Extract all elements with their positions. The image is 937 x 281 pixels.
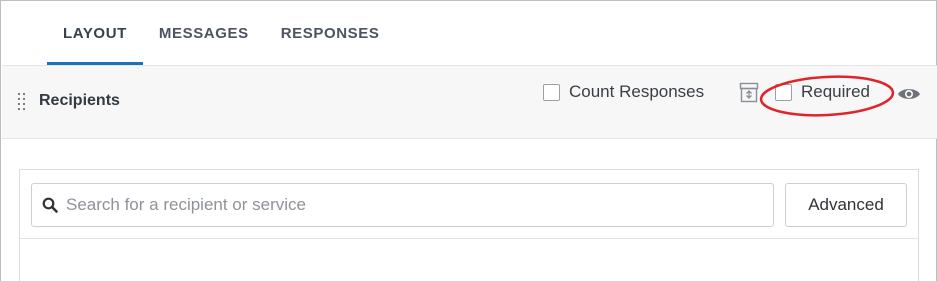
tab-layout[interactable]: LAYOUT	[47, 1, 143, 65]
section-title: Recipients	[39, 92, 120, 109]
drag-handle-icon[interactable]	[18, 93, 26, 111]
count-responses-checkbox[interactable]	[543, 83, 560, 101]
required-label: Required	[801, 82, 870, 101]
tab-responses[interactable]: RESPONSES	[265, 1, 396, 65]
recipients-panel: Advanced	[19, 169, 919, 281]
count-responses-label: Count Responses	[569, 82, 705, 101]
recipients-editor: LAYOUT MESSAGES RESPONSES Recipients Cou…	[0, 0, 937, 281]
eye-icon[interactable]	[897, 86, 921, 102]
archive-icon[interactable]	[739, 82, 759, 103]
search-box[interactable]	[31, 183, 774, 227]
tab-messages[interactable]: MESSAGES	[143, 1, 265, 65]
search-icon	[42, 197, 58, 213]
tab-bar: LAYOUT MESSAGES RESPONSES	[47, 1, 395, 65]
count-responses-toggle[interactable]: Count Responses	[543, 82, 704, 102]
divider	[20, 238, 918, 239]
required-toggle[interactable]: Required	[775, 82, 870, 102]
section-header: Recipients Count Responses Required	[2, 65, 937, 139]
search-input[interactable]	[66, 185, 756, 225]
advanced-button[interactable]: Advanced	[785, 183, 907, 227]
required-checkbox[interactable]	[775, 83, 792, 101]
